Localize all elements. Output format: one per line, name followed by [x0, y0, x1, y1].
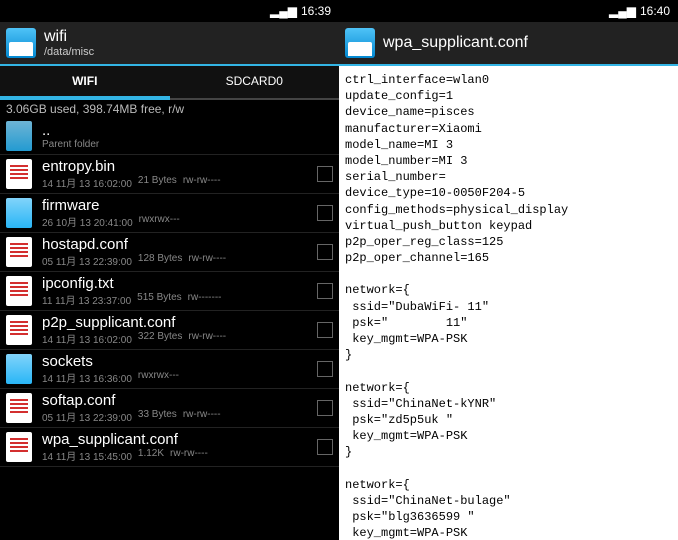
file-meta: 26 10月 13 20:41:00rwxrwx---	[42, 214, 311, 229]
txtfile-icon	[6, 432, 32, 462]
txtfile-icon	[6, 315, 32, 345]
file-meta: 14 11月 13 15:45:001.12Krw-rw----	[42, 448, 311, 463]
file-name: firmware	[42, 197, 311, 214]
signal-icon: ▂▄▆	[270, 4, 297, 18]
file-info: softap.conf05 11月 13 22:39:0033 Bytesrw-…	[42, 392, 311, 424]
txtfile-icon	[6, 237, 32, 267]
file-checkbox[interactable]	[317, 205, 333, 221]
file-name: ..	[42, 122, 333, 139]
file-meta: Parent folder	[42, 139, 333, 150]
file-name: hostapd.conf	[42, 236, 311, 253]
file-info: firmware26 10月 13 20:41:00rwxrwx---	[42, 197, 311, 229]
file-title: wpa_supplicant.conf	[383, 34, 528, 52]
file-checkbox[interactable]	[317, 322, 333, 338]
file-meta: 14 11月 13 16:36:00rwxrwx---	[42, 370, 311, 385]
txtfile-icon	[6, 159, 32, 189]
file-checkbox[interactable]	[317, 283, 333, 299]
title-sub: /data/misc	[44, 46, 94, 58]
file-info: ipconfig.txt11 11月 13 23:37:00515 Bytesr…	[42, 275, 311, 307]
file-row[interactable]: ipconfig.txt11 11月 13 23:37:00515 Bytesr…	[0, 272, 339, 311]
file-row[interactable]: wpa_supplicant.conf14 11月 13 15:45:001.1…	[0, 428, 339, 467]
file-row[interactable]: hostapd.conf05 11月 13 22:39:00128 Bytesr…	[0, 233, 339, 272]
file-name: softap.conf	[42, 392, 311, 409]
clock-left: 16:39	[301, 4, 331, 18]
signal-icon: ▂▄▆	[609, 4, 636, 18]
file-row[interactable]: softap.conf05 11月 13 22:39:0033 Bytesrw-…	[0, 389, 339, 428]
file-name: sockets	[42, 353, 311, 370]
file-content[interactable]: ctrl_interface=wlan0 update_config=1 dev…	[339, 66, 678, 540]
title-bar-left: wifi /data/misc	[0, 22, 339, 66]
file-manager-pane: ▂▄▆ 16:39 wifi /data/misc WIFISDCARD0 3.…	[0, 0, 339, 540]
tabs: WIFISDCARD0	[0, 66, 339, 100]
file-info: hostapd.conf05 11月 13 22:39:00128 Bytesr…	[42, 236, 311, 268]
file-row[interactable]: sockets14 11月 13 16:36:00rwxrwx---	[0, 350, 339, 389]
file-row[interactable]: entropy.bin14 11月 13 16:02:0021 Bytesrw-…	[0, 155, 339, 194]
file-name: wpa_supplicant.conf	[42, 431, 311, 448]
folder-icon	[6, 354, 32, 384]
file-checkbox[interactable]	[317, 166, 333, 182]
file-meta: 05 11月 13 22:39:0033 Bytesrw-rw----	[42, 409, 311, 424]
file-meta: 14 11月 13 16:02:00322 Bytesrw-rw----	[42, 331, 311, 346]
clock-right: 16:40	[640, 4, 670, 18]
file-checkbox[interactable]	[317, 244, 333, 260]
title-text: wifi /data/misc	[44, 28, 94, 58]
txtfile-icon	[6, 393, 32, 423]
file-row[interactable]: ..Parent folder	[0, 118, 339, 155]
file-meta: 14 11月 13 16:02:0021 Bytesrw-rw----	[42, 175, 311, 190]
file-meta: 11 11月 13 23:37:00515 Bytesrw-------	[42, 292, 311, 307]
file-checkbox[interactable]	[317, 439, 333, 455]
folder-icon	[6, 198, 32, 228]
file-info: entropy.bin14 11月 13 16:02:0021 Bytesrw-…	[42, 158, 311, 190]
file-list[interactable]: ..Parent folderentropy.bin14 11月 13 16:0…	[0, 118, 339, 540]
file-name: p2p_supplicant.conf	[42, 314, 311, 331]
file-name: entropy.bin	[42, 158, 311, 175]
file-info: ..Parent folder	[42, 122, 333, 150]
file-name: ipconfig.txt	[42, 275, 311, 292]
file-info: p2p_supplicant.conf14 11月 13 16:02:00322…	[42, 314, 311, 346]
tab-sdcard0[interactable]: SDCARD0	[170, 66, 340, 100]
txtfile-icon	[6, 276, 32, 306]
folder-up-icon	[6, 121, 32, 151]
file-row[interactable]: firmware26 10月 13 20:41:00rwxrwx---	[0, 194, 339, 233]
file-meta: 05 11月 13 22:39:00128 Bytesrw-rw----	[42, 253, 311, 268]
tab-wifi[interactable]: WIFI	[0, 66, 170, 100]
app-icon[interactable]	[345, 28, 375, 58]
file-checkbox[interactable]	[317, 361, 333, 377]
file-row[interactable]: p2p_supplicant.conf14 11月 13 16:02:00322…	[0, 311, 339, 350]
status-bar-left: ▂▄▆ 16:39	[0, 0, 339, 22]
file-info: wpa_supplicant.conf14 11月 13 15:45:001.1…	[42, 431, 311, 463]
file-checkbox[interactable]	[317, 400, 333, 416]
file-info: sockets14 11月 13 16:36:00rwxrwx---	[42, 353, 311, 385]
status-bar-right: ▂▄▆ 16:40	[339, 0, 678, 22]
title-main: wifi	[44, 28, 94, 46]
title-bar-right: wpa_supplicant.conf	[339, 22, 678, 66]
storage-info: 3.06GB used, 398.74MB free, r/w	[0, 100, 339, 118]
app-icon[interactable]	[6, 28, 36, 58]
text-viewer-pane: ▂▄▆ 16:40 wpa_supplicant.conf ctrl_inter…	[339, 0, 678, 540]
